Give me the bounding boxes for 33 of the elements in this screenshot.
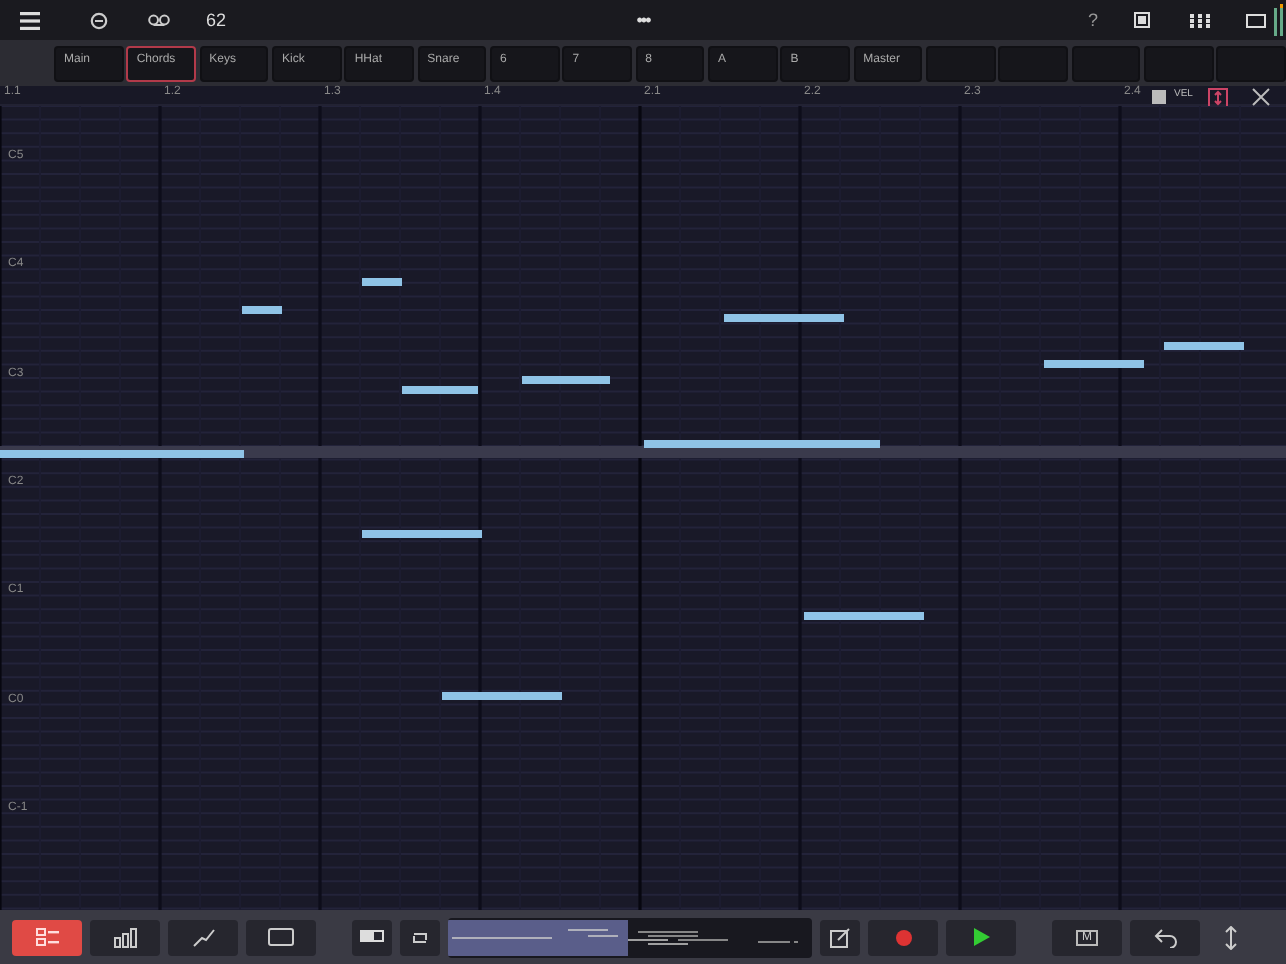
play-button[interactable] bbox=[946, 919, 1016, 955]
bar-chart-icon bbox=[113, 927, 137, 947]
close-icon[interactable] bbox=[1252, 88, 1270, 106]
edit-button[interactable] bbox=[820, 919, 860, 955]
curve-icon bbox=[191, 927, 215, 947]
edit-tool-button[interactable] bbox=[12, 919, 82, 955]
rect-tool-button[interactable] bbox=[246, 919, 316, 955]
bars-tool-button[interactable] bbox=[90, 919, 160, 955]
expand-icon[interactable] bbox=[1208, 88, 1228, 108]
level-meter-icon bbox=[1273, 4, 1286, 36]
window-icon[interactable] bbox=[1245, 13, 1266, 27]
loop-icon bbox=[410, 927, 430, 947]
more-options[interactable]: ••• bbox=[636, 10, 650, 30]
view-toggle-button[interactable] bbox=[352, 919, 392, 955]
undo-button[interactable] bbox=[1130, 919, 1200, 955]
curve-tool-button[interactable] bbox=[168, 919, 238, 955]
loop-button[interactable] bbox=[400, 919, 440, 955]
tape-icon[interactable] bbox=[148, 13, 170, 27]
note-edit-icon bbox=[35, 928, 59, 946]
song-overview-drawing[interactable] bbox=[448, 917, 812, 957]
panels-icon bbox=[360, 929, 384, 945]
play-icon bbox=[973, 928, 989, 946]
undo-icon bbox=[1153, 927, 1177, 947]
metronome-icon[interactable] bbox=[90, 11, 108, 29]
rectangle-icon bbox=[268, 928, 294, 946]
menu-icon[interactable] bbox=[20, 11, 40, 29]
grid-icon[interactable] bbox=[1189, 13, 1210, 27]
help-button[interactable]: ? bbox=[1087, 10, 1098, 30]
record-icon bbox=[895, 929, 911, 945]
resize-arrows-icon[interactable] bbox=[1224, 925, 1238, 949]
tempo-value[interactable]: 62 bbox=[206, 10, 227, 30]
pencil-square-icon bbox=[830, 927, 850, 947]
square-icon[interactable] bbox=[1133, 12, 1150, 28]
